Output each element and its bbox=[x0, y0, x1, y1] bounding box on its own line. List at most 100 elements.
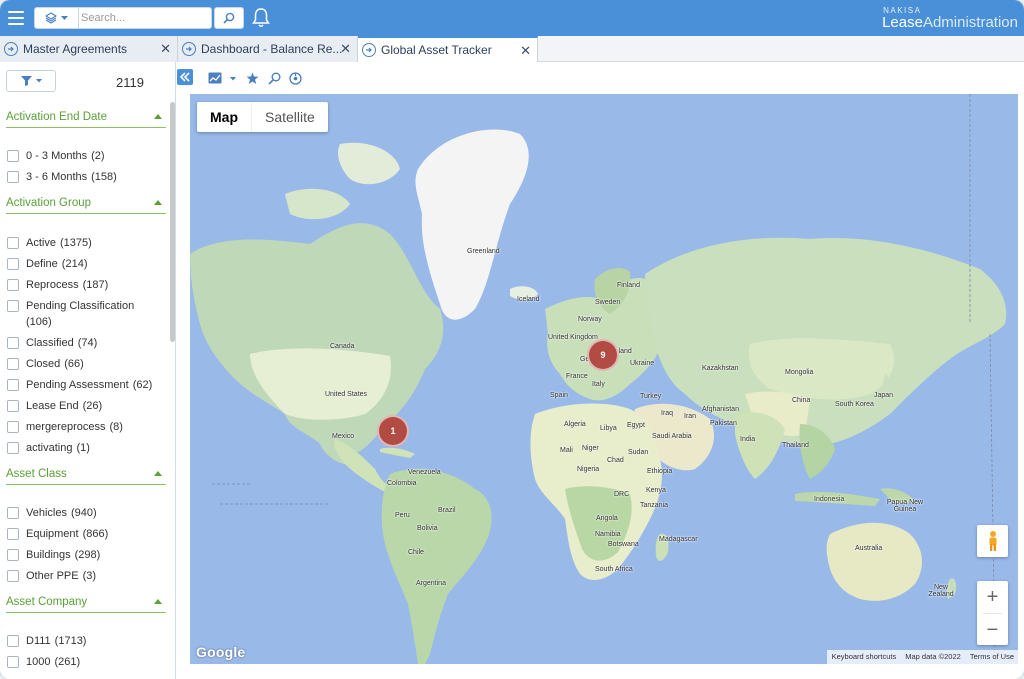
sidebar-scrollbar[interactable] bbox=[170, 102, 175, 342]
chart-icon[interactable] bbox=[208, 72, 222, 84]
checkbox[interactable] bbox=[7, 258, 19, 270]
pin-icon[interactable] bbox=[362, 43, 376, 57]
map-type-map-button[interactable]: Map bbox=[197, 102, 252, 132]
checkbox[interactable] bbox=[7, 507, 19, 519]
filter-count: (26) bbox=[82, 400, 103, 412]
pin-icon[interactable] bbox=[182, 42, 196, 56]
map-cluster-marker[interactable]: 1 bbox=[377, 415, 409, 447]
checkbox[interactable] bbox=[7, 400, 19, 412]
checkbox[interactable] bbox=[7, 635, 19, 647]
checkbox[interactable] bbox=[7, 570, 19, 582]
checkbox[interactable] bbox=[7, 337, 19, 349]
close-icon[interactable]: ✕ bbox=[340, 41, 351, 57]
filter-item[interactable]: 3 - 6 Months (158) bbox=[7, 170, 117, 184]
search-icon[interactable] bbox=[268, 72, 281, 85]
chevron-down-icon[interactable] bbox=[230, 77, 236, 81]
menu-icon[interactable] bbox=[8, 11, 24, 25]
pegman-icon bbox=[989, 531, 996, 551]
checkbox[interactable] bbox=[7, 358, 19, 370]
section-header[interactable]: Activation Group bbox=[6, 192, 166, 214]
filter-item[interactable]: Pending Assessment (62) bbox=[7, 378, 152, 392]
checkbox[interactable] bbox=[7, 279, 19, 291]
collapse-caret-icon[interactable] bbox=[154, 200, 162, 205]
checkbox[interactable] bbox=[7, 379, 19, 391]
zoom-out-button[interactable]: − bbox=[977, 614, 1008, 646]
search-input[interactable] bbox=[81, 9, 209, 27]
filter-item[interactable]: Vehicles (940) bbox=[7, 506, 97, 520]
map-label: Iran bbox=[684, 413, 697, 420]
section-title: Asset Company bbox=[6, 595, 88, 608]
map-label: Chad bbox=[607, 457, 624, 464]
map-label: Kazakhstan bbox=[702, 365, 739, 372]
close-icon[interactable]: ✕ bbox=[160, 41, 171, 57]
keyboard-shortcuts-link[interactable]: Keyboard shortcuts bbox=[827, 650, 901, 664]
filter-item[interactable]: Classified (74) bbox=[7, 336, 97, 350]
zoom-in-button[interactable]: + bbox=[977, 581, 1008, 613]
tab-global-asset-tracker[interactable]: Global Asset Tracker ✕ bbox=[358, 36, 538, 62]
map-label: Botswana bbox=[608, 541, 639, 548]
tab-dashboard-balance[interactable]: Dashboard - Balance Re... ✕ bbox=[178, 36, 358, 62]
filter-item[interactable]: mergereprocess (8) bbox=[7, 420, 123, 434]
collapse-caret-icon[interactable] bbox=[154, 599, 162, 604]
checkbox[interactable] bbox=[7, 549, 19, 561]
map-label: Namibia bbox=[595, 531, 621, 538]
search-group bbox=[34, 7, 212, 29]
map-label: Afghanistan bbox=[702, 406, 739, 413]
filter-item[interactable]: Reprocess (187) bbox=[7, 278, 108, 292]
map-label: Norway bbox=[578, 316, 602, 323]
section-header[interactable]: Activation End Date bbox=[6, 106, 166, 128]
filter-label: Pending Assessment bbox=[26, 379, 129, 391]
filter-item[interactable]: 0 - 3 Months (2) bbox=[7, 149, 105, 163]
pin-icon[interactable] bbox=[4, 42, 18, 56]
filter-item[interactable]: Pending Classification (106) bbox=[7, 299, 157, 329]
filter-item[interactable]: 1000 (261) bbox=[7, 655, 80, 669]
checkbox[interactable] bbox=[7, 150, 19, 162]
checkbox[interactable] bbox=[7, 237, 19, 249]
section-activation-group: Activation Group bbox=[6, 192, 166, 214]
section-header[interactable]: Asset Class bbox=[6, 463, 166, 485]
filter-item[interactable]: D111 (1713) bbox=[7, 634, 86, 648]
search-button[interactable] bbox=[214, 7, 244, 29]
map-label: Iraq bbox=[661, 410, 674, 417]
close-icon[interactable]: ✕ bbox=[520, 43, 531, 59]
collapse-sidebar-button[interactable] bbox=[177, 69, 193, 85]
map-label: Indonesia bbox=[814, 496, 845, 503]
checkbox[interactable] bbox=[7, 656, 19, 668]
checkbox[interactable] bbox=[7, 171, 19, 183]
world-map[interactable]: Map Satellite Greenland Iceland Finland … bbox=[190, 94, 1018, 664]
checkbox[interactable] bbox=[7, 300, 19, 312]
star-pin-icon[interactable] bbox=[246, 72, 259, 85]
target-icon[interactable] bbox=[289, 72, 302, 85]
checkbox[interactable] bbox=[7, 442, 19, 454]
filter-count: (2) bbox=[91, 150, 105, 162]
map-cluster-marker[interactable]: 9 bbox=[587, 339, 619, 371]
checkbox[interactable] bbox=[7, 528, 19, 540]
collapse-caret-icon[interactable] bbox=[154, 471, 162, 476]
section-title: Activation End Date bbox=[6, 110, 108, 123]
filter-count: (187) bbox=[82, 279, 109, 291]
layers-dropdown-button[interactable] bbox=[35, 8, 79, 28]
bell-icon[interactable] bbox=[251, 7, 271, 29]
checkbox[interactable] bbox=[7, 421, 19, 433]
map-type-satellite-button[interactable]: Satellite bbox=[252, 102, 328, 132]
filter-item[interactable]: activating (1) bbox=[7, 441, 90, 455]
map-label: Japan bbox=[874, 392, 894, 399]
filter-item[interactable]: Closed (66) bbox=[7, 357, 84, 371]
map-label: Libya bbox=[600, 425, 617, 432]
filter-item[interactable]: Equipment (866) bbox=[7, 527, 108, 541]
filter-button[interactable] bbox=[6, 70, 56, 92]
filter-item[interactable]: Define (214) bbox=[7, 257, 87, 271]
terms-link[interactable]: Terms of Use bbox=[965, 650, 1018, 664]
tab-master-agreements[interactable]: Master Agreements ✕ bbox=[0, 36, 178, 62]
section-header[interactable]: Asset Company bbox=[6, 591, 166, 613]
collapse-caret-icon[interactable] bbox=[154, 114, 162, 119]
filter-item[interactable]: Lease End (26) bbox=[7, 399, 102, 413]
street-view-pegman-button[interactable] bbox=[977, 525, 1008, 557]
filter-label: Define bbox=[26, 258, 58, 270]
zoom-control: + − bbox=[977, 581, 1008, 645]
map-label: Madagascar bbox=[659, 536, 698, 543]
map-label: Sudan bbox=[628, 449, 649, 456]
filter-item[interactable]: Active (1375) bbox=[7, 236, 92, 250]
filter-item[interactable]: Buildings (298) bbox=[7, 548, 100, 562]
filter-item[interactable]: Other PPE (3) bbox=[7, 569, 96, 583]
